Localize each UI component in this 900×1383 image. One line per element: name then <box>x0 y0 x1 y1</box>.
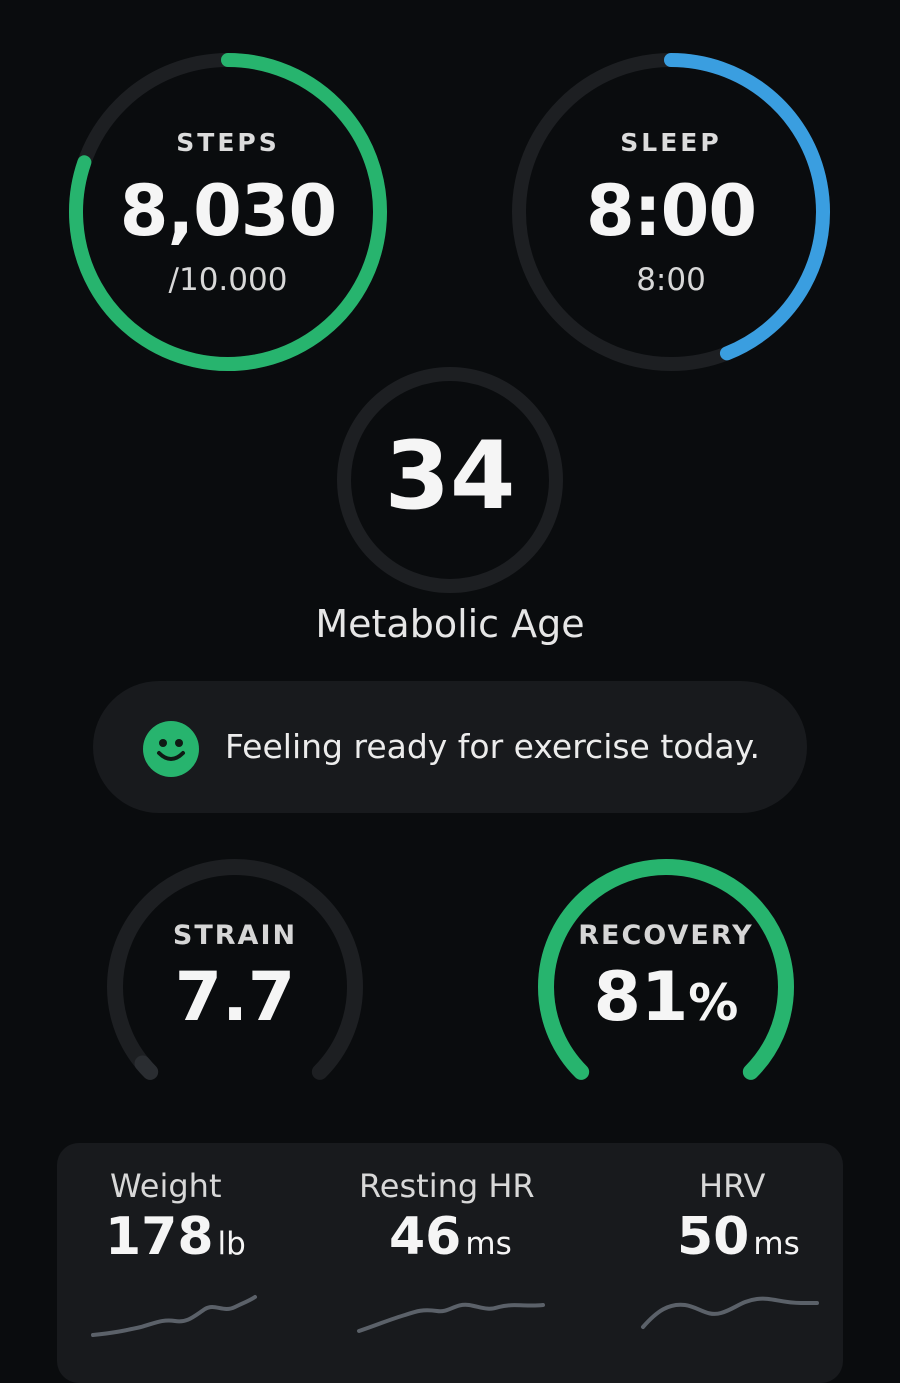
resting-hr-value: 46 <box>389 1207 462 1267</box>
readiness-banner[interactable]: Feeling ready for exercise today. <box>93 681 807 813</box>
sleep-ring[interactable]: SLEEP 8:00 8:00 <box>511 52 831 372</box>
weight-label: Weight <box>110 1167 222 1205</box>
metabolic-age-ring[interactable]: 34 <box>336 366 564 594</box>
metabolic-age-label: Metabolic Age <box>315 602 585 646</box>
resting-hr-unit: ms <box>465 1226 512 1262</box>
weight-unit: lb <box>217 1226 246 1262</box>
stats-card: Weight 178 lb Resting HR 46 ms HRV 50 ms <box>57 1143 843 1383</box>
sleep-label: SLEEP <box>620 128 722 157</box>
resting-hr-value-line: 46 ms <box>389 1207 535 1267</box>
steps-ring[interactable]: STEPS 8,030 /10.000 <box>68 52 388 372</box>
hrv-value: 50 <box>677 1207 750 1267</box>
hrv-sparkline <box>641 1296 819 1329</box>
strain-gauge[interactable]: STRAIN 7.7 <box>100 852 370 1122</box>
weight-value: 178 <box>105 1207 214 1267</box>
recovery-unit: % <box>688 974 739 1032</box>
recovery-value-line: 81% <box>531 958 801 1037</box>
resting-hr-sparkline <box>357 1302 545 1333</box>
resting-hr-stat[interactable]: Resting HR 46 ms <box>359 1167 535 1267</box>
hrv-value-line: 50 ms <box>677 1207 800 1267</box>
recovery-gauge[interactable]: RECOVERY 81% <box>531 852 801 1122</box>
steps-goal: /10.000 <box>168 262 288 298</box>
smiley-face-icon <box>143 721 199 777</box>
hrv-stat[interactable]: HRV 50 ms <box>677 1167 800 1267</box>
steps-value: 8,030 <box>119 170 337 252</box>
metabolic-age-value: 34 <box>384 422 516 531</box>
sleep-value: 8:00 <box>585 170 757 252</box>
readiness-message: Feeling ready for exercise today. <box>225 727 760 766</box>
weight-value-line: 178 lb <box>105 1207 246 1267</box>
steps-label: STEPS <box>176 128 280 157</box>
weight-sparkline <box>91 1295 257 1337</box>
hrv-label: HRV <box>699 1167 766 1205</box>
sleep-goal: 8:00 <box>636 262 706 298</box>
recovery-value: 81 <box>593 958 689 1037</box>
recovery-label: RECOVERY <box>578 920 754 951</box>
strain-value: 7.7 <box>174 958 296 1037</box>
strain-label: STRAIN <box>172 920 298 951</box>
hrv-unit: ms <box>753 1226 800 1262</box>
resting-hr-label: Resting HR <box>359 1167 535 1205</box>
weight-stat[interactable]: Weight 178 lb <box>105 1167 246 1267</box>
strain-progress-arc <box>134 1055 159 1080</box>
